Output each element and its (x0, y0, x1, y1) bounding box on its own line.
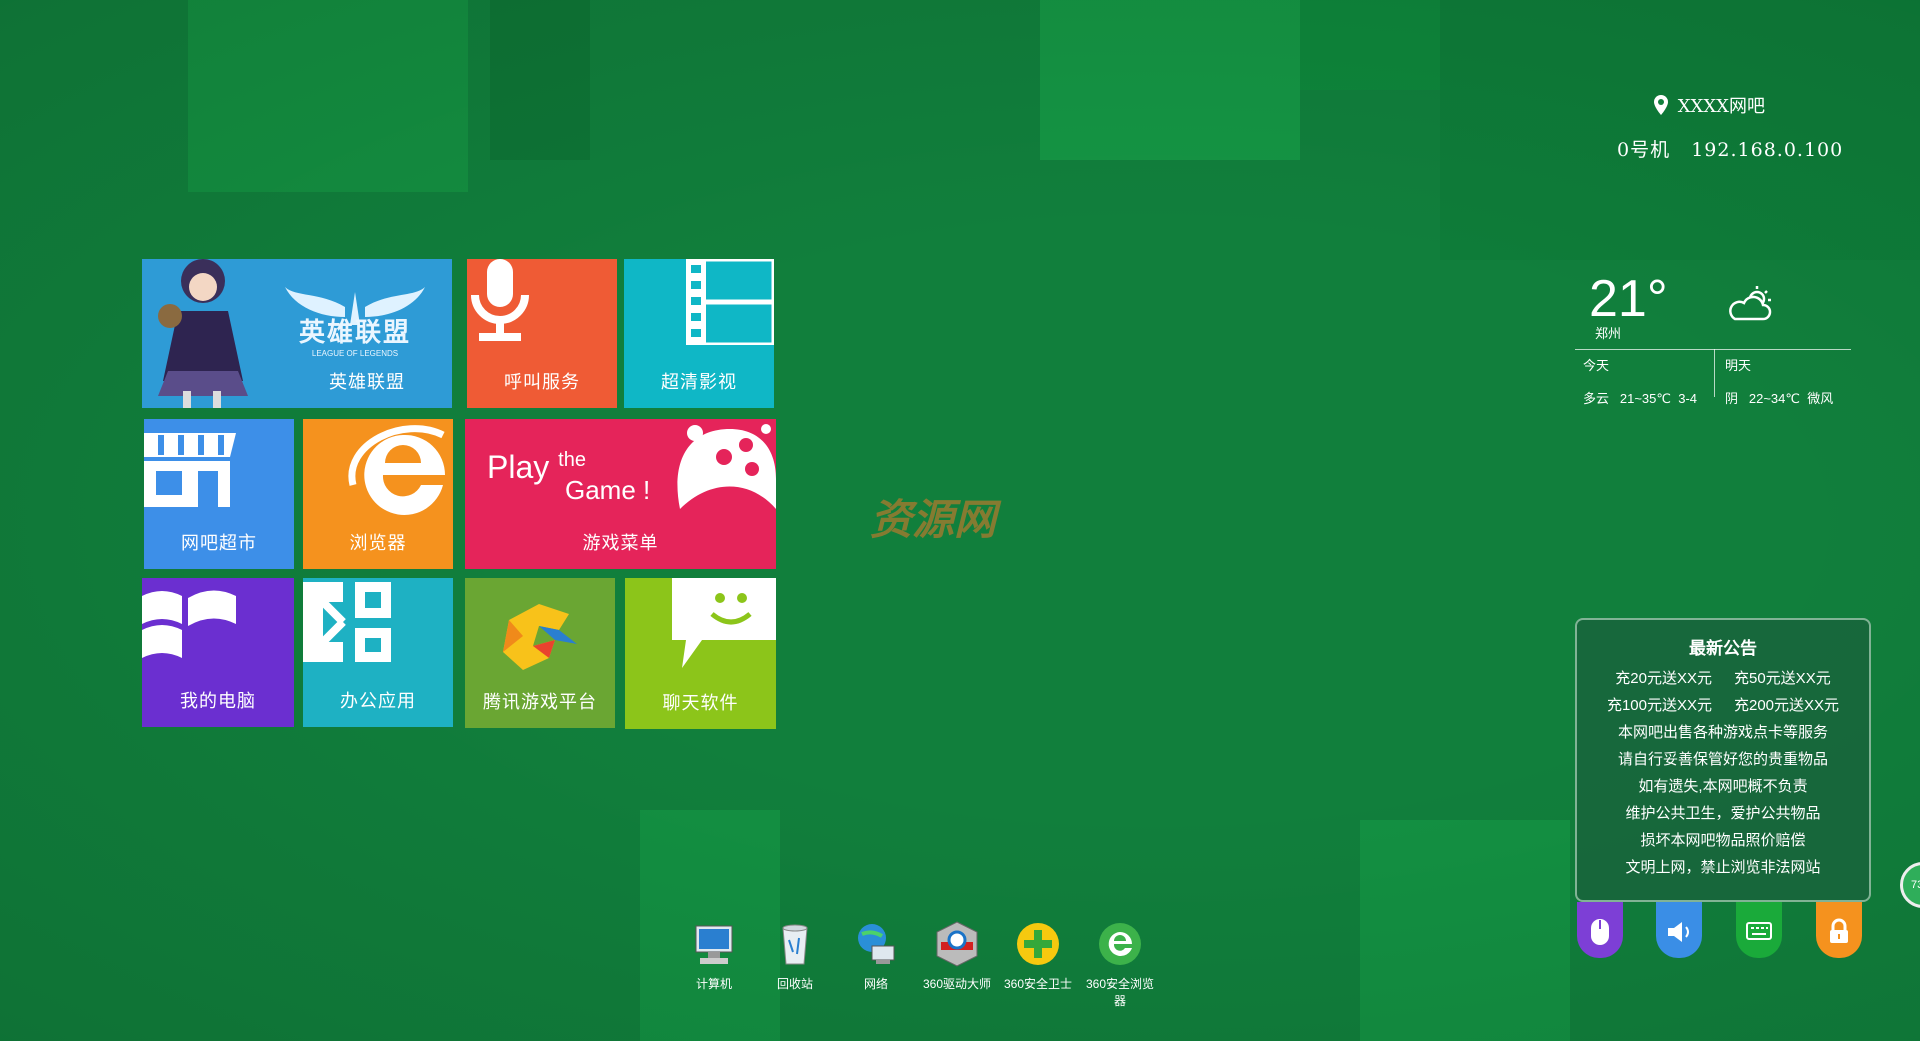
tomorrow-label: 明天 (1725, 358, 1752, 373)
tomorrow-wind: 微风 (1807, 391, 1834, 406)
mouse-settings-button[interactable] (1577, 902, 1623, 958)
film-strip-icon (686, 259, 774, 345)
tile-league-of-legends[interactable]: 英雄联盟 LEAGUE OF LEGENDS 英雄联盟 (142, 259, 452, 408)
tomorrow-forecast: 阴 22~34℃ 微风 (1725, 388, 1833, 407)
tile-my-computer[interactable]: 我的电脑 (142, 578, 294, 727)
tile-label-market: 网吧超市 (181, 533, 257, 553)
announcement-line: 请自行妥善保管好您的贵重物品 (1617, 751, 1828, 768)
announcement-line: 文明上网，禁止浏览非法网站 (1625, 859, 1821, 876)
announcement-panel: 最新公告 充20元送XX元 充50元送XX元 充100元送XX元 充200元送X… (1575, 618, 1871, 902)
computer-icon (695, 925, 733, 964)
desktop-icon-label: 360安全浏览器 (1085, 977, 1155, 1008)
lock-button[interactable] (1816, 902, 1862, 958)
tile-tencent-games[interactable]: 腾讯游戏平台 (465, 578, 615, 728)
network-icon (858, 924, 895, 964)
lol-logo-subtext: LEAGUE OF LEGENDS (311, 349, 399, 358)
partly-cloudy-icon (1729, 286, 1772, 321)
desktop-icon-label: 计算机 (695, 977, 732, 991)
tile-label-call: 呼叫服务 (504, 372, 580, 392)
today-wind: 3-4 (1678, 391, 1698, 406)
security-guard-icon (1017, 923, 1059, 965)
recharge-offer: 充20元送XX元 (1615, 670, 1712, 687)
tile-call-service[interactable]: 呼叫服务 (467, 259, 617, 408)
desktop-icon-label: 360安全卫士 (1003, 977, 1073, 991)
desktop-icon-label: 回收站 (776, 977, 813, 991)
tile-label-video: 超清影视 (661, 372, 737, 392)
the-word: the (558, 449, 586, 471)
microphone-icon (471, 259, 529, 341)
weather-today: 今天 多云 21~35℃ 3-4 (1583, 349, 1697, 407)
lock-icon (1830, 918, 1848, 943)
recycle-bin-icon (782, 924, 808, 965)
tile-browser[interactable]: 浏览器 (303, 419, 453, 569)
game-word: Game ! (565, 475, 651, 505)
keyboard-icon (1746, 922, 1772, 940)
lol-character-art (158, 259, 248, 408)
announcement-line: 本网吧出售各种游戏点卡等服务 (1617, 724, 1828, 741)
chat-bubble-icon (672, 578, 776, 668)
tile-game-menu[interactable]: Play the Game ! 游戏菜单 (465, 419, 776, 569)
office-apps-icon (303, 582, 391, 662)
announcement-line: 维护公共卫生，爱护公共物品 (1625, 805, 1821, 822)
watermark: 资源网 (870, 496, 997, 543)
today-forecast: 多云 21~35℃ 3-4 (1583, 388, 1697, 407)
desktop-icon-computer[interactable]: 计算机 (674, 920, 754, 992)
mouse-icon (1591, 919, 1609, 945)
today-label: 今天 (1583, 358, 1610, 373)
tile-label-browser: 浏览器 (349, 533, 407, 553)
lol-logo-text: 英雄联盟 (298, 317, 411, 347)
keyboard-button[interactable] (1736, 902, 1782, 958)
recharge-offer: 充50元送XX元 (1734, 670, 1831, 687)
tile-hd-video[interactable]: 超清影视 (624, 259, 774, 408)
ie-browser-icon (348, 425, 446, 515)
cafe-name: XXXX网吧 (1677, 96, 1765, 117)
desktop-icon-security-guard[interactable]: 360安全卫士 (998, 920, 1078, 992)
desktop-icon-driver-master[interactable]: 360驱动大师 (917, 920, 997, 992)
tile-label-office: 办公应用 (340, 691, 416, 711)
location-pin-icon (1653, 95, 1668, 115)
safe-browser-icon (1099, 923, 1141, 965)
recharge-row-2: 充100元送XX元 充200元送XX元 (1577, 692, 1869, 719)
play-word: Play (487, 449, 550, 485)
recharge-offer: 充100元送XX元 (1606, 697, 1712, 714)
machine-id: 0号机 (1617, 139, 1671, 161)
tile-label-lol: 英雄联盟 (329, 372, 405, 392)
desktop-icon-label: 360驱动大师 (922, 977, 992, 991)
windows-logo-icon (142, 590, 236, 658)
weather-temperature: 21° (1589, 270, 1668, 328)
shop-icon (144, 433, 236, 507)
machine-info: 0号机 192.168.0.100 (1617, 135, 1843, 162)
lol-logo: 英雄联盟 LEAGUE OF LEGENDS (280, 287, 430, 358)
driver-master-icon (936, 921, 978, 967)
tomorrow-range: 22~34℃ (1748, 391, 1800, 406)
tile-label-chat: 聊天软件 (662, 693, 739, 713)
weather-separator (1714, 349, 1715, 397)
announcement-line: 损坏本网吧物品照价赔偿 (1640, 832, 1806, 849)
gamepad-icon (677, 424, 776, 509)
today-condition: 多云 (1583, 391, 1610, 406)
tomorrow-condition: 阴 (1725, 391, 1739, 406)
tile-cafe-market[interactable]: 网吧超市 (144, 419, 294, 569)
volume-button[interactable] (1656, 902, 1702, 958)
recharge-offer: 充200元送XX元 (1734, 697, 1840, 714)
desktop-icon-safe-browser[interactable]: 360安全浏览器 (1080, 920, 1160, 1009)
speaker-icon (1668, 922, 1689, 942)
tencent-games-logo-icon (503, 604, 577, 670)
machine-ip: 192.168.0.100 (1691, 139, 1844, 161)
desktop-icon-network[interactable]: 网络 (836, 920, 916, 992)
tile-chat-software[interactable]: 聊天软件 (625, 578, 776, 729)
location: XXXX网吧 (1652, 92, 1765, 118)
announcement-line: 如有遗失,本网吧概不负责 (1638, 778, 1808, 795)
announcement-title: 最新公告 (1689, 639, 1757, 658)
desktop-icon-recycle-bin[interactable]: 回收站 (755, 920, 835, 992)
tile-label-tencent: 腾讯游戏平台 (483, 692, 597, 712)
weather-tomorrow: 明天 阴 22~34℃ 微风 (1725, 349, 1833, 407)
today-range: 21~35℃ (1619, 391, 1671, 406)
tile-office-apps[interactable]: 办公应用 (303, 578, 453, 727)
desktop-icon-label: 网络 (863, 977, 888, 991)
recharge-row-1: 充20元送XX元 充50元送XX元 (1577, 665, 1869, 692)
tile-label-games: 游戏菜单 (582, 533, 659, 553)
weather-city: 郑州 (1595, 326, 1622, 341)
tile-label-mypc: 我的电脑 (180, 691, 256, 711)
